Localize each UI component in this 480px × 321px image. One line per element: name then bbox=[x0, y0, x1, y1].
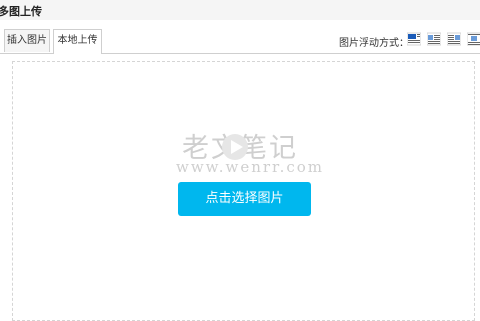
float-center-icon[interactable] bbox=[467, 32, 480, 46]
float-left-icon[interactable] bbox=[427, 32, 441, 46]
tab-local-upload[interactable]: 本地上传 bbox=[53, 29, 102, 54]
dialog-titlebar: 多图上传 bbox=[0, 0, 480, 21]
tab-insert-image[interactable]: 插入图片 bbox=[4, 29, 50, 52]
dialog-title: 多图上传 bbox=[0, 5, 42, 18]
float-right-icon[interactable] bbox=[447, 32, 461, 46]
select-images-button[interactable]: 点击选择图片 bbox=[178, 182, 311, 216]
tab-bar: 插入图片 本地上传 图片浮动方式： bbox=[0, 20, 480, 54]
float-mode-label: 图片浮动方式： bbox=[339, 38, 409, 49]
float-none-icon[interactable] bbox=[407, 32, 421, 46]
